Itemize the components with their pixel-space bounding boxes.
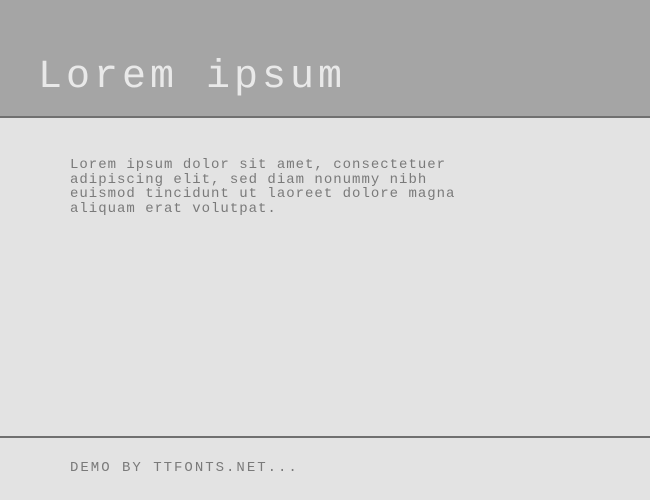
body-paragraph: Lorem ipsum dolor sit amet, consectetuer…: [70, 158, 490, 217]
header-bar: Lorem ipsum: [0, 0, 650, 118]
content-area: Lorem ipsum dolor sit amet, consectetuer…: [0, 118, 650, 436]
footer-bar: DEMO BY TTFONTS.NET...: [0, 436, 650, 498]
page-title: Lorem ipsum: [38, 55, 346, 100]
footer-text: DEMO BY TTFONTS.NET...: [70, 460, 299, 476]
